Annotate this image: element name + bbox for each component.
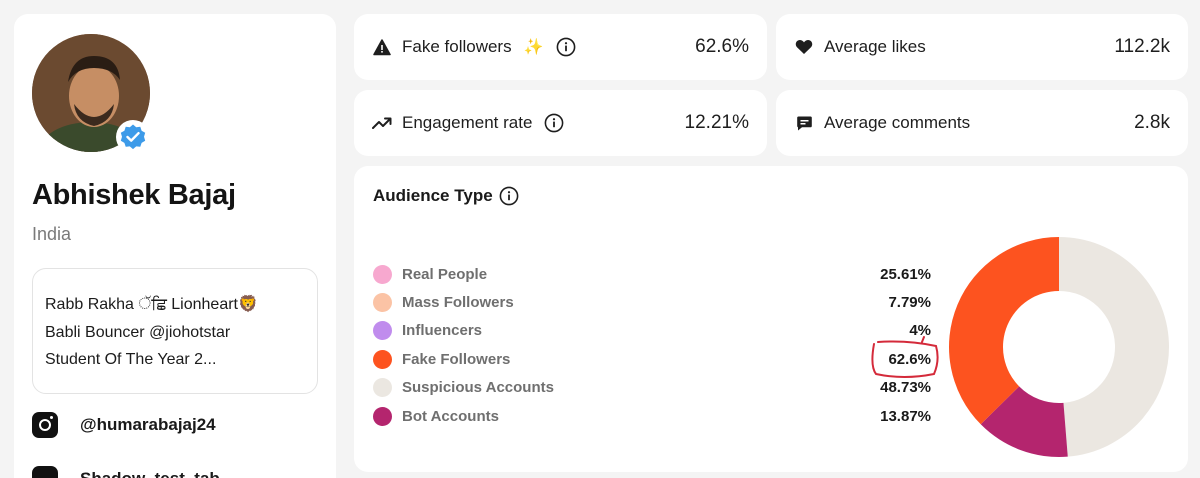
info-icon[interactable] bbox=[544, 113, 564, 133]
legend-item-bot-accounts: Bot Accounts 13.87% bbox=[373, 402, 931, 430]
legend-label: Influencers bbox=[402, 322, 483, 340]
audience-title-text: Audience Type bbox=[373, 186, 493, 205]
bio-line: Babli Bouncer @jiohotstar bbox=[45, 323, 231, 341]
bio-box: Rabb Rakha ੱਛਿ Lionheart🦁 Babli Bouncer … bbox=[32, 268, 318, 394]
profile-name: Abhishek Bajaj bbox=[32, 179, 236, 211]
legend-label: Suspicious Accounts bbox=[402, 379, 554, 397]
stat-value: 112.2k bbox=[1114, 36, 1170, 57]
legend-dot bbox=[373, 406, 392, 426]
comment-icon bbox=[794, 113, 814, 133]
stat-label: Average likes bbox=[824, 37, 926, 56]
instagram-handle: @humarabajaj24 bbox=[80, 415, 216, 434]
legend-dot bbox=[373, 349, 392, 369]
audience-title: Audience Type bbox=[373, 186, 519, 206]
social-icon bbox=[32, 466, 58, 478]
secondary-handle: Shadow_test_tab... bbox=[80, 469, 234, 478]
donut-segment-suspicious-accounts[interactable] bbox=[1059, 237, 1170, 457]
instagram-link[interactable]: @humarabajaj24 bbox=[32, 412, 216, 438]
legend-label: Mass Followers bbox=[402, 294, 514, 312]
stat-label: Average comments bbox=[824, 113, 971, 132]
legend-dot bbox=[373, 378, 392, 398]
legend-value: 13.87% bbox=[880, 407, 931, 425]
stat-value: 2.8k bbox=[1134, 112, 1170, 133]
sparkle-icon: ✨ bbox=[523, 39, 544, 56]
legend-dot bbox=[373, 321, 392, 341]
info-icon[interactable] bbox=[499, 186, 519, 206]
legend-value: 7.79% bbox=[888, 294, 931, 312]
audience-donut-chart bbox=[949, 237, 1170, 457]
verified-check-icon bbox=[120, 124, 146, 150]
legend-label: Fake Followers bbox=[402, 350, 511, 368]
legend-item-influencers: Influencers 4% bbox=[373, 317, 931, 345]
stat-label: Engagement rate bbox=[402, 113, 533, 132]
instagram-icon bbox=[32, 412, 58, 438]
secondary-social-link[interactable]: Shadow_test_tab... bbox=[32, 466, 234, 478]
stat-value: 62.6% bbox=[695, 36, 749, 57]
legend-dot bbox=[373, 264, 392, 284]
legend-item-mass-followers: Mass Followers 7.79% bbox=[373, 288, 931, 316]
avatar-wrap bbox=[32, 34, 152, 154]
bio-line: Student Of The Year 2... bbox=[45, 351, 217, 368]
stat-value: 12.21% bbox=[684, 112, 749, 133]
legend-item-suspicious-accounts: Suspicious Accounts 48.73% bbox=[373, 374, 931, 402]
audience-legend: Real People 25.61% Mass Followers 7.79% … bbox=[373, 260, 931, 430]
stat-card-average-comments: Average comments 2.8k bbox=[776, 90, 1188, 156]
legend-dot bbox=[373, 293, 392, 313]
legend-label: Bot Accounts bbox=[402, 407, 499, 425]
stat-card-fake-followers: Fake followers ✨ 62.6% bbox=[354, 14, 767, 80]
annotation-circle bbox=[871, 336, 939, 378]
heart-icon bbox=[794, 37, 814, 57]
legend-item-real-people: Real People 25.61% bbox=[373, 260, 931, 288]
donut-segment-fake-followers[interactable] bbox=[949, 237, 1059, 425]
legend-value: 25.61% bbox=[880, 265, 931, 283]
profile-card: Abhishek Bajaj India Rabb Rakha ੱਛਿ Lion… bbox=[14, 14, 336, 478]
trending-up-icon bbox=[372, 113, 392, 133]
legend-item-fake-followers: Fake Followers 62.6% bbox=[373, 345, 931, 373]
stat-label: Fake followers bbox=[402, 37, 512, 56]
stat-card-average-likes: Average likes 112.2k bbox=[776, 14, 1188, 80]
info-icon[interactable] bbox=[556, 37, 576, 57]
stat-card-engagement-rate: Engagement rate 12.21% bbox=[354, 90, 767, 156]
legend-label: Real People bbox=[402, 265, 488, 283]
profile-country: India bbox=[32, 224, 72, 244]
bio-line: Rabb Rakha ੱਛਿ Lionheart🦁 bbox=[45, 296, 258, 313]
warning-icon bbox=[372, 37, 392, 57]
verified-badge bbox=[116, 120, 150, 154]
